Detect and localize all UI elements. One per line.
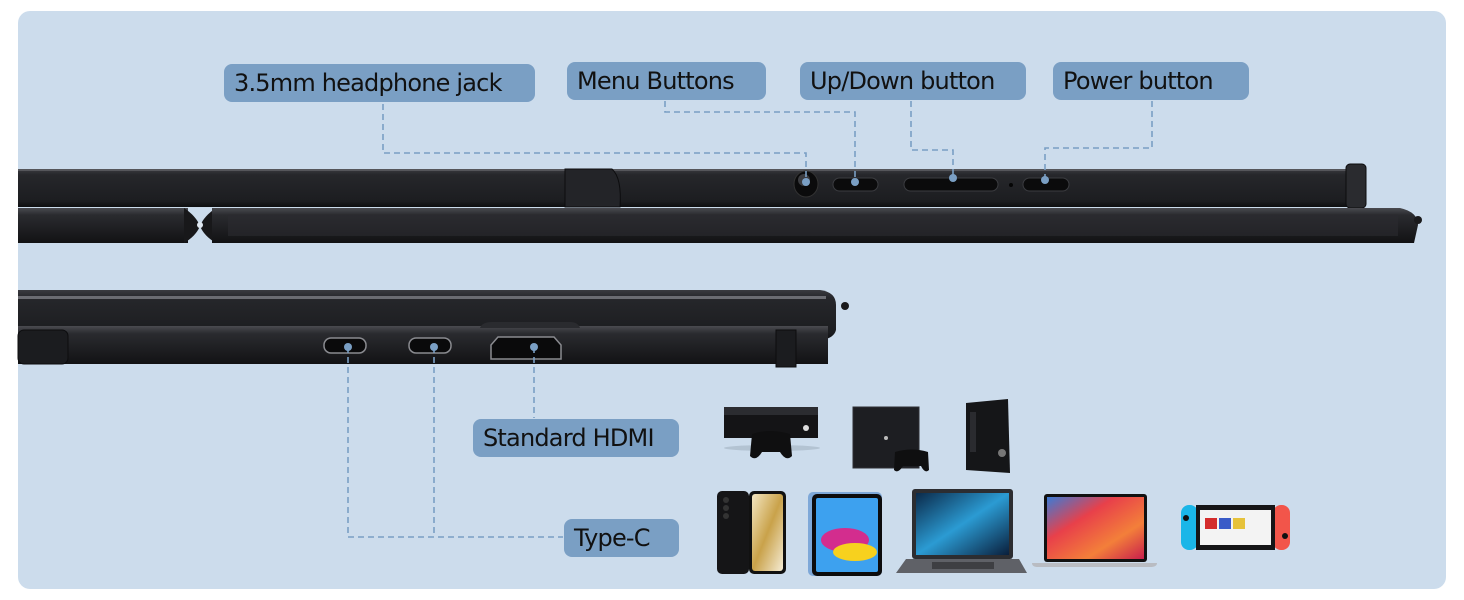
switch-console-icon xyxy=(1181,505,1290,550)
laptop-icon xyxy=(896,489,1027,573)
smartphone-icon xyxy=(717,491,786,574)
label-headphone-jack: 3.5mm headphone jack xyxy=(224,64,535,102)
label-power-button: Power button xyxy=(1053,62,1249,100)
indicator-led xyxy=(1009,183,1013,187)
label-type-c: Type-C xyxy=(564,519,679,557)
playstation-console-icon xyxy=(852,406,929,472)
hdmi-port xyxy=(490,336,562,360)
monitor-top-edge xyxy=(18,163,1422,243)
callout-line-menu xyxy=(664,101,856,180)
monitor-bottom-edge xyxy=(17,290,849,368)
xbox-console-icon xyxy=(724,407,820,459)
callout-line-updown xyxy=(910,101,954,180)
callout-line-power xyxy=(1044,101,1153,180)
type-c-port-2 xyxy=(408,337,452,354)
label-menu-buttons: Menu Buttons xyxy=(567,62,766,100)
label-up-down-button: Up/Down button xyxy=(800,62,1026,100)
tablet-icon xyxy=(808,492,882,576)
desktop-tower-icon xyxy=(966,399,1010,473)
macbook-icon xyxy=(1032,494,1157,567)
label-standard-hdmi: Standard HDMI xyxy=(473,419,679,457)
